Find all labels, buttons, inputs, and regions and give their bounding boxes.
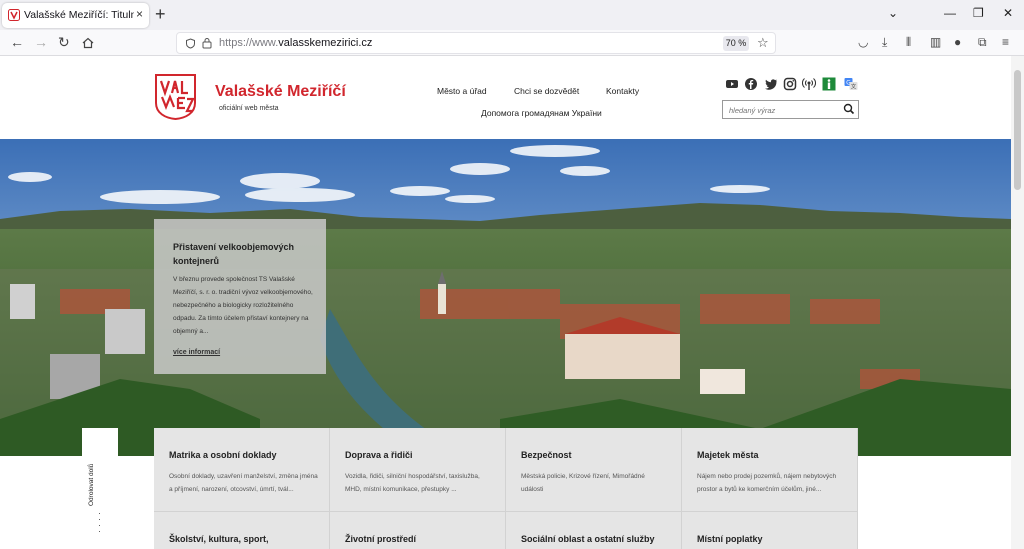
shield-icon[interactable] <box>185 38 196 49</box>
reload-icon[interactable]: ↻ <box>58 34 70 51</box>
news-text: V březnu provede společnost TS Valašské … <box>173 276 313 335</box>
category-tile[interactable]: Bezpečnost Městská policie, Krizové říze… <box>506 428 682 512</box>
category-desc: Městská policie, Krizové řízení, Mimořád… <box>521 473 645 493</box>
category-tile[interactable]: Sociální oblast a ostatní služby <box>506 512 682 549</box>
page-scrollbar[interactable] <box>1011 56 1024 549</box>
category-tile[interactable]: Životní prostředí <box>330 512 506 549</box>
category-tile[interactable]: Místní poplatky <box>682 512 858 549</box>
news-card: Přistavení velkoobjemových kontejnerů V … <box>154 219 326 374</box>
search-icon[interactable] <box>843 103 855 115</box>
scroll-down-label: Odrolovat dolů <box>88 463 95 506</box>
category-title: Matrika a osobní doklady <box>169 450 277 460</box>
tab-title: Valašské Meziříčí: Titulní stránka <box>24 9 134 21</box>
extensions-icon[interactable]: ⧉ <box>978 35 987 50</box>
instagram-icon[interactable] <box>783 77 797 91</box>
restore-icon[interactable]: ❐ <box>973 6 984 20</box>
close-tab-icon[interactable]: × <box>136 7 143 21</box>
browser-nav-bar: ← → ↻ https://www.valasskemezirici.cz 70… <box>0 30 1024 56</box>
category-title: Bezpečnost <box>521 450 572 460</box>
search-input[interactable] <box>729 104 839 116</box>
lock-icon[interactable] <box>202 37 212 49</box>
close-window-icon[interactable]: ✕ <box>1003 6 1013 20</box>
youtube-icon[interactable] <box>725 77 739 91</box>
menu-icon[interactable]: ≡ <box>1002 35 1009 49</box>
nav-chci-se-dozvedet[interactable]: Chci se dozvědět <box>514 86 579 96</box>
minimize-icon[interactable]: — <box>944 6 956 20</box>
category-tile[interactable]: Matrika a osobní doklady Osobní doklady,… <box>154 428 330 512</box>
town-aerial-photo <box>0 139 1011 456</box>
news-more-link[interactable]: více informací <box>173 349 220 356</box>
facebook-icon[interactable] <box>744 77 758 91</box>
category-desc: Nájem nebo prodej pozemků, nájem nebytov… <box>697 473 837 493</box>
scroll-dots-icon: · · · · <box>98 508 101 536</box>
bookmark-star-icon[interactable]: ☆ <box>757 35 769 51</box>
url-text[interactable]: https://www.valasskemezirici.cz <box>219 37 372 49</box>
category-tile[interactable]: Školství, kultura, sport, <box>154 512 330 549</box>
twitter-icon[interactable] <box>764 77 778 91</box>
translate-icon[interactable]: G文 <box>844 77 858 91</box>
pocket-icon[interactable]: ◡ <box>858 35 868 49</box>
search-box <box>722 100 859 119</box>
info-icon[interactable] <box>822 77 836 91</box>
svg-text:文: 文 <box>851 83 857 91</box>
site-name[interactable]: Valašské Meziříčí <box>215 83 346 101</box>
home-icon[interactable] <box>82 37 94 49</box>
hero-image: Přistavení velkoobjemových kontejnerů V … <box>0 139 1011 456</box>
downloads-icon[interactable]: ⤓ <box>882 35 887 50</box>
category-tile[interactable]: Majetek města Nájem nebo prodej pozemků,… <box>682 428 858 512</box>
category-title: Místní poplatky <box>697 534 763 544</box>
site-subtitle: oficiální web města <box>219 105 279 112</box>
tab-list-icon[interactable]: ⌄ <box>888 6 898 20</box>
nav-kontakty[interactable]: Kontakty <box>606 86 639 96</box>
browser-tab[interactable]: Valašské Meziříčí: Titulní stránka × <box>2 3 149 28</box>
web-page: Valašské Meziříčí oficiální web města Mě… <box>0 56 1011 549</box>
sidebar-icon[interactable]: ▥ <box>930 35 941 49</box>
scrollbar-thumb[interactable] <box>1014 70 1021 190</box>
category-tile[interactable]: Doprava a řidiči Vozidla, řidiči, silnič… <box>330 428 506 512</box>
forward-icon[interactable]: → <box>34 34 48 50</box>
category-title: Majetek města <box>697 450 759 460</box>
category-desc: Osobní doklady, uzavření manželství, změ… <box>169 473 318 493</box>
category-desc: Vozidla, řidiči, silniční hospodářství, … <box>345 473 480 493</box>
category-title: Sociální oblast a ostatní služby <box>521 534 655 544</box>
zoom-level[interactable]: 70 % <box>723 36 749 51</box>
new-tab-icon[interactable]: + <box>155 4 166 25</box>
site-favicon-icon <box>8 9 20 21</box>
scroll-down-tab[interactable]: Odrolovat dolů · · · · <box>82 428 118 549</box>
nav-ukraine-help[interactable]: Допомога громадянам України <box>481 108 602 118</box>
account-icon[interactable]: ● <box>954 35 961 49</box>
library-icon[interactable]: ⫴ <box>906 35 911 50</box>
category-title: Doprava a řidiči <box>345 450 413 460</box>
news-title[interactable]: Přistavení velkoobjemových kontejnerů <box>173 240 313 268</box>
category-title: Životní prostředí <box>345 534 417 544</box>
category-title: Školství, kultura, sport, <box>169 534 269 544</box>
nav-mesto-a-urad[interactable]: Město a úřad <box>437 86 487 96</box>
radio-broadcast-icon[interactable] <box>802 77 816 91</box>
address-bar[interactable]: https://www.valasskemezirici.cz 70 % ☆ <box>176 32 776 54</box>
city-logo-icon[interactable] <box>154 73 197 121</box>
back-icon[interactable]: ← <box>10 34 24 50</box>
browser-tab-bar: Valašské Meziříčí: Titulní stránka × + ⌄… <box>0 0 1024 30</box>
